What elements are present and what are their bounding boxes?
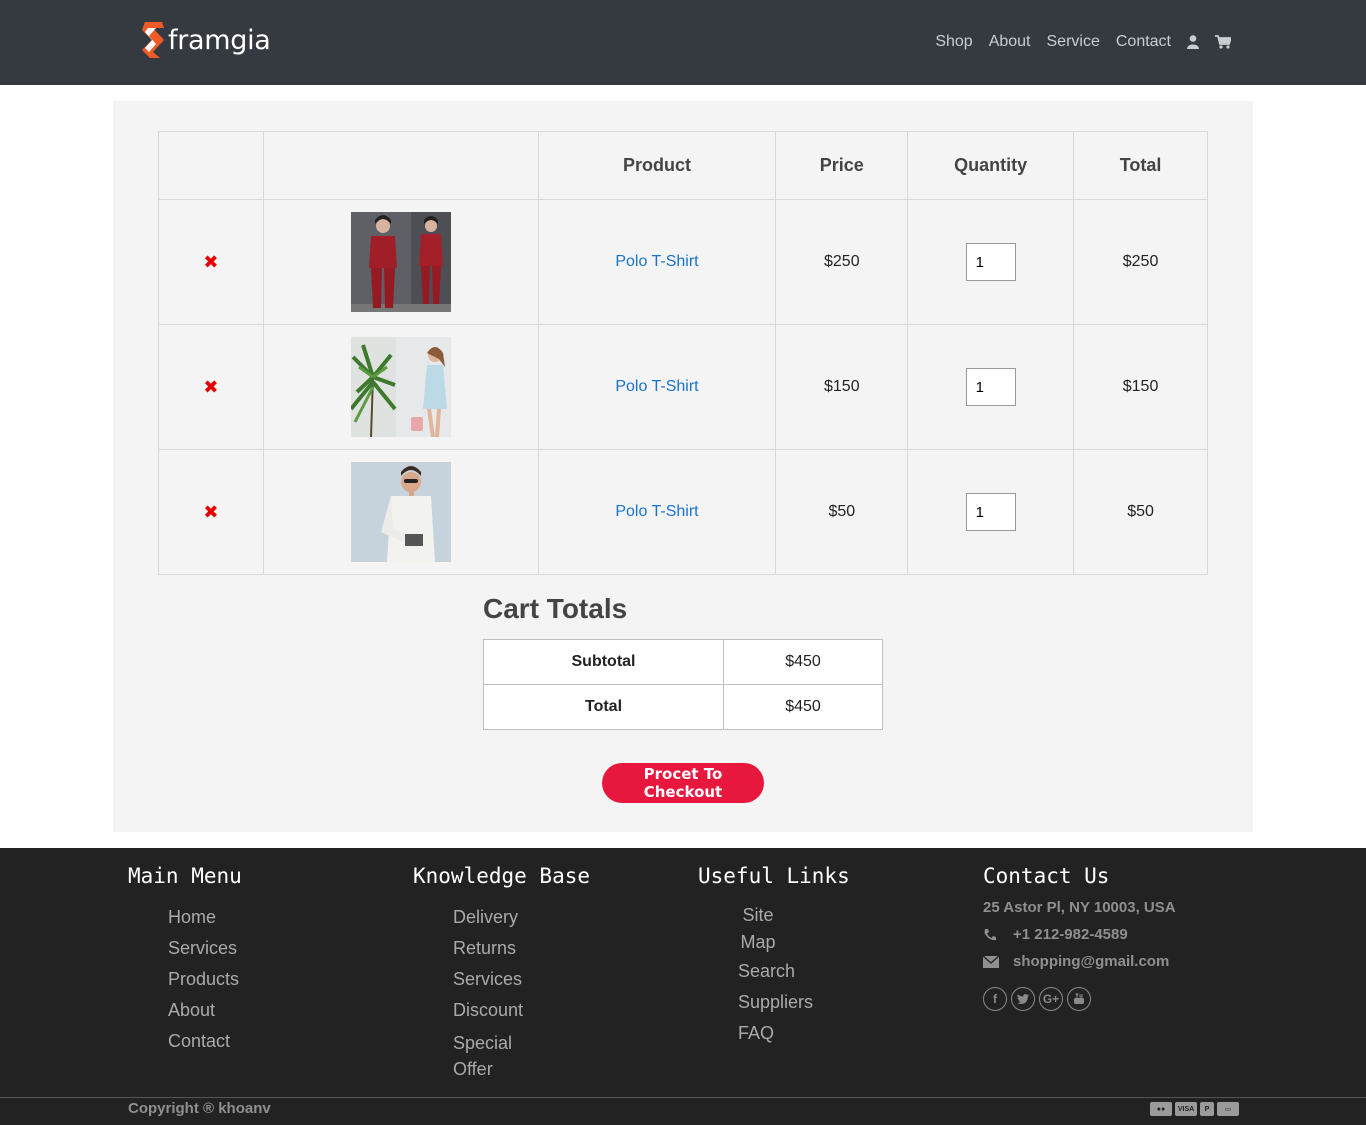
total-row: Total $450 (483, 684, 883, 730)
brand-logo[interactable]: framgia (140, 20, 271, 60)
cart-totals-table: Subtotal $450 Total $450 (483, 639, 883, 730)
price-cell: $250 (775, 199, 909, 325)
user-icon[interactable] (1187, 35, 1199, 49)
footer-link-special-offer[interactable]: Special Offer (453, 1033, 512, 1079)
nav-about[interactable]: About (989, 33, 1031, 51)
cart-icon[interactable] (1215, 35, 1231, 49)
footer-link-suppliers[interactable]: Suppliers (738, 992, 813, 1012)
footer-contact: Contact Us 25 Astor Pl, NY 10003, USA +1… (983, 864, 1243, 1011)
total-label: Total (483, 684, 724, 730)
product-image-red-tracksuit[interactable] (350, 212, 451, 312)
product-image-white-shirt[interactable] (350, 462, 451, 562)
remove-item-icon[interactable]: ✖ (203, 252, 218, 273)
google-plus-icon[interactable]: G+ (1039, 987, 1063, 1011)
footer-link-home[interactable]: Home (168, 907, 216, 927)
footer-link-services[interactable]: Services (453, 969, 522, 989)
subtotal-row: Subtotal $450 (483, 639, 883, 685)
footer-link-faq[interactable]: FAQ (738, 1023, 774, 1043)
nav-service[interactable]: Service (1047, 33, 1100, 51)
nav-shop[interactable]: Shop (935, 33, 972, 51)
price-cell: $150 (775, 324, 909, 450)
envelope-icon (983, 955, 1013, 968)
header-image (262, 131, 539, 200)
cart-row: ✖ (158, 324, 1208, 450)
cart-table: Product Price Quantity Total ✖ Polo T-Sh… (158, 131, 1208, 575)
total-value: $450 (723, 684, 883, 730)
footer-heading: Useful Links (698, 864, 850, 888)
facebook-icon[interactable]: f (983, 987, 1007, 1011)
phone-icon (983, 928, 1013, 942)
header-product: Product (537, 131, 777, 200)
cart-panel: Product Price Quantity Total ✖ Polo T-Sh… (113, 101, 1253, 832)
cart-row: ✖ (158, 199, 1208, 325)
social-links: f G+ (983, 987, 1243, 1011)
contact-email: shopping@gmail.com (1013, 953, 1170, 970)
quantity-input[interactable] (965, 493, 1016, 531)
footer-link-discount[interactable]: Discount (453, 1000, 523, 1020)
site-footer: Main Menu Home Services Products About C… (0, 848, 1366, 1125)
contact-phone: +1 212-982-4589 (1013, 926, 1128, 943)
footer-link-contact[interactable]: Contact (168, 1031, 230, 1051)
cart-header-row: Product Price Quantity Total (158, 131, 1208, 200)
brand-name: framgia (168, 24, 271, 56)
quantity-input[interactable] (965, 243, 1016, 281)
checkout-button[interactable]: Procet To Checkout (602, 763, 764, 803)
header-price: Price (775, 131, 909, 200)
paypal-icon: P (1200, 1102, 1214, 1116)
footer-heading: Contact Us (983, 864, 1110, 888)
top-navbar: framgia Shop About Service Contact (0, 0, 1366, 85)
footer-link-site-map[interactable]: Site Map (740, 905, 775, 952)
footer-link-products[interactable]: Products (168, 969, 239, 989)
framgia-logo-icon (140, 20, 166, 60)
copyright-text: Copyright ® khoanv (128, 1100, 271, 1117)
footer-main-menu: Main Menu Home Services Products About C… (128, 864, 368, 1057)
footer-heading: Knowledge Base (413, 864, 591, 888)
main-nav: Shop About Service Contact (919, 33, 1231, 51)
header-remove (158, 131, 264, 200)
subtotal-value: $450 (723, 639, 883, 685)
total-cell: $250 (1073, 199, 1208, 325)
total-cell: $150 (1073, 324, 1208, 450)
subtotal-label: Subtotal (483, 639, 724, 685)
product-image-blue-dress[interactable] (349, 337, 451, 438)
header-total: Total (1073, 131, 1208, 200)
remove-item-icon[interactable]: ✖ (203, 377, 218, 398)
footer-link-returns[interactable]: Returns (453, 938, 516, 958)
remove-item-icon[interactable]: ✖ (203, 502, 218, 523)
footer-link-about[interactable]: About (168, 1000, 215, 1020)
product-link[interactable]: Polo T-Shirt (615, 253, 698, 270)
footer-divider (0, 1097, 1366, 1098)
youtube-icon[interactable] (1067, 987, 1091, 1011)
product-link[interactable]: Polo T-Shirt (615, 378, 698, 395)
mastercard-icon: ●● (1150, 1102, 1172, 1116)
payment-methods: ●● VISA P ▭ (1147, 1102, 1239, 1116)
quantity-input[interactable] (965, 368, 1016, 406)
nav-contact[interactable]: Contact (1116, 33, 1171, 51)
cart-row: ✖ Polo T-Shirt $50 1 $50 (158, 449, 1208, 575)
footer-knowledge-base: Knowledge Base Delivery Returns Services… (413, 864, 613, 1082)
total-cell: $50 (1073, 449, 1208, 575)
visa-icon: VISA (1175, 1102, 1197, 1116)
footer-link-delivery[interactable]: Delivery (453, 907, 518, 927)
contact-address: 25 Astor Pl, NY 10003, USA (983, 899, 1176, 916)
twitter-icon[interactable] (1011, 987, 1035, 1011)
footer-link-services[interactable]: Services (168, 938, 237, 958)
footer-useful-links: Useful Links Site Map Search Suppliers F… (698, 864, 898, 1049)
footer-link-search[interactable]: Search (738, 961, 795, 981)
card-icon: ▭ (1217, 1102, 1239, 1116)
price-cell: $50 (775, 449, 909, 575)
header-quantity: Quantity (907, 131, 1075, 200)
product-link[interactable]: Polo T-Shirt (615, 503, 698, 520)
cart-totals-title: Cart Totals (483, 593, 628, 624)
footer-heading: Main Menu (128, 864, 242, 888)
